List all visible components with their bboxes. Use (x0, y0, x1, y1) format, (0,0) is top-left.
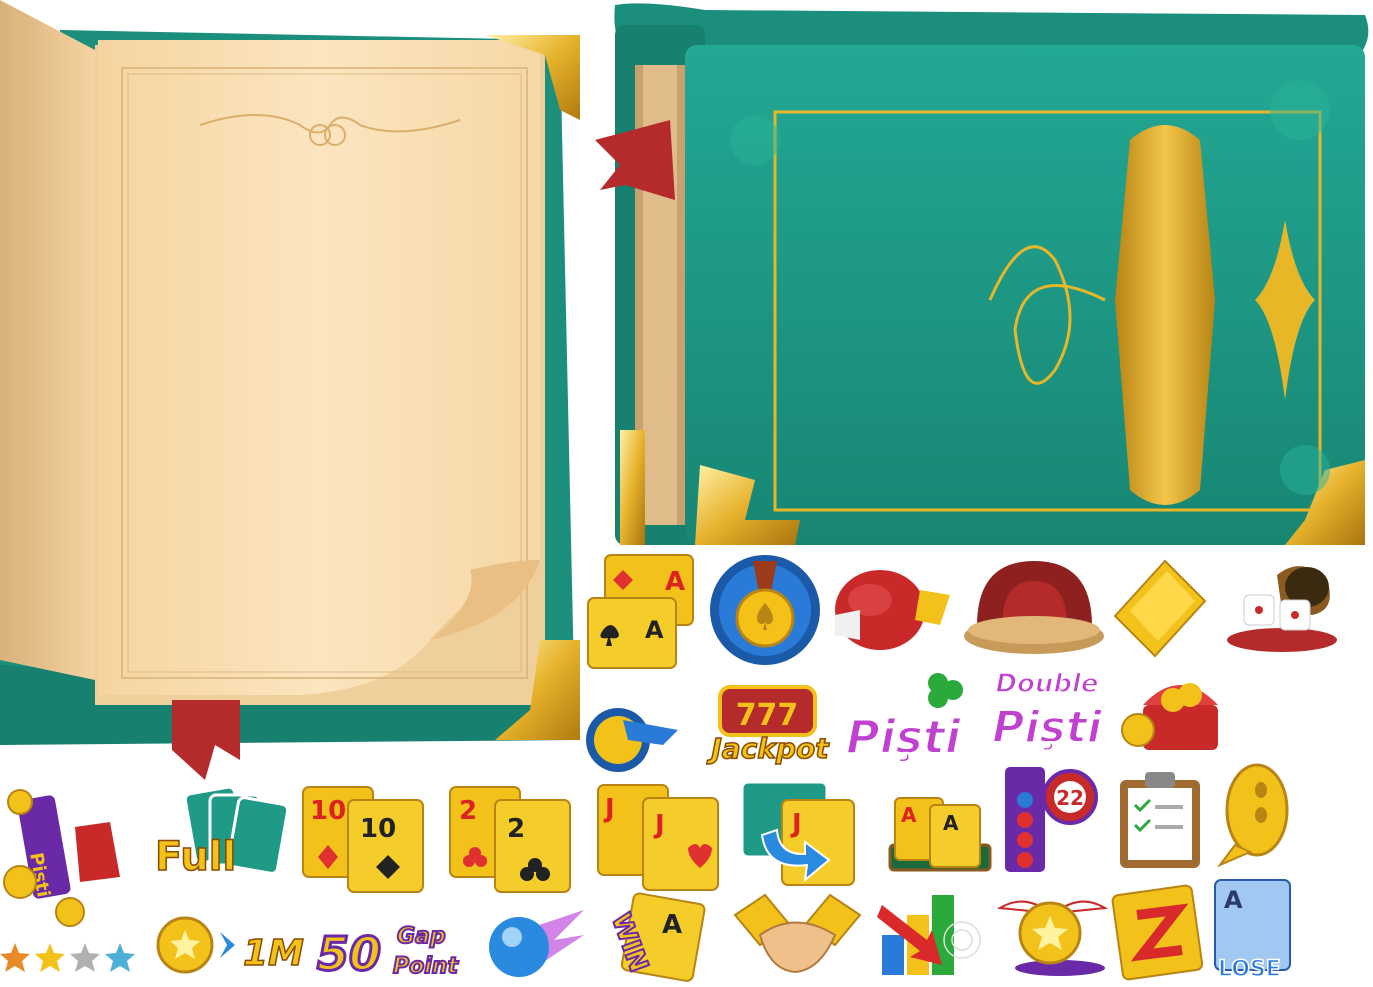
card-10-rank-red: 10 (310, 796, 346, 826)
double-pisti-word: Pişti (992, 702, 1103, 753)
pisti-logo: Pişti (838, 668, 978, 768)
cards-10-icon: 10 10 (298, 785, 433, 895)
card-j-rank-2: J (653, 810, 665, 840)
bingo-board-icon: 22 (1000, 765, 1105, 880)
open-book (0, 0, 590, 780)
double-word: Double (995, 669, 1098, 699)
gold-ticket-icon (1105, 556, 1215, 661)
card-rank-bottom: A (645, 616, 664, 644)
lose-card-rank: A (1224, 886, 1243, 914)
card-rank-top: A (665, 567, 685, 597)
refresh-swap-icon (583, 700, 683, 780)
falling-chart-icon (872, 885, 992, 980)
full-word: Full (155, 834, 236, 880)
one-million-text: 1M (243, 933, 304, 974)
cards-j-icon: J J (593, 783, 728, 893)
dice-cup-icon (1222, 555, 1337, 655)
handshake-icon (730, 890, 865, 980)
pisti-banner-icon: Pişti (0, 782, 150, 937)
card-j-swap-rank: J (790, 809, 802, 839)
one-million-icon: 1M (155, 910, 310, 980)
double-pisti-logo: Double Pişti (982, 662, 1112, 762)
jackpot-digits: 777 (736, 698, 799, 733)
card-10-rank-black: 10 (360, 814, 396, 844)
card-j-rank-1: J (603, 794, 615, 824)
calendar-z-icon (1111, 875, 1207, 981)
dome-seat-icon (962, 556, 1107, 661)
lose-word: LOSE (1218, 957, 1281, 982)
treasure-chest-icon (1118, 660, 1228, 760)
cards-aa-icon: A A (583, 550, 698, 670)
pisti-word: Pişti (846, 710, 962, 764)
closed-book (585, 0, 1373, 550)
stars-row-icon (0, 935, 150, 975)
gap-word: Gap (397, 924, 446, 949)
chat-bubble-icon (1215, 760, 1290, 870)
card-2-rank-black: 2 (507, 814, 525, 844)
cards-j-swap-icon: J (737, 780, 862, 890)
card-2-rank-red: 2 (459, 796, 477, 826)
lose-card-icon: A LOSE (1210, 878, 1300, 983)
spade-medal-icon (705, 553, 825, 668)
flying-coin-icon (995, 888, 1110, 978)
jackpot-logo: 777 Jackpot (700, 685, 840, 766)
gap-point-number: 50 (317, 927, 381, 981)
jackpot-word: Jackpot (706, 732, 830, 765)
gap-point-icon: 50 Gap Point (315, 915, 480, 983)
card-aa-table-rank-1: A (901, 803, 917, 827)
card-aa-table-rank-2: A (943, 811, 959, 835)
boxing-glove-icon (830, 560, 955, 660)
energy-orb-icon (484, 905, 589, 980)
win-card-icon: A WIN (592, 892, 712, 983)
clipboard-icon (1110, 770, 1210, 870)
win-card-rank: A (662, 910, 682, 940)
point-word: Point (393, 954, 459, 979)
full-cards-icon: Full (154, 785, 295, 885)
bingo-number: 22 (1056, 786, 1084, 810)
cards-aa-table-icon: A A (885, 790, 995, 875)
cards-2-icon: 2 2 (445, 785, 580, 895)
